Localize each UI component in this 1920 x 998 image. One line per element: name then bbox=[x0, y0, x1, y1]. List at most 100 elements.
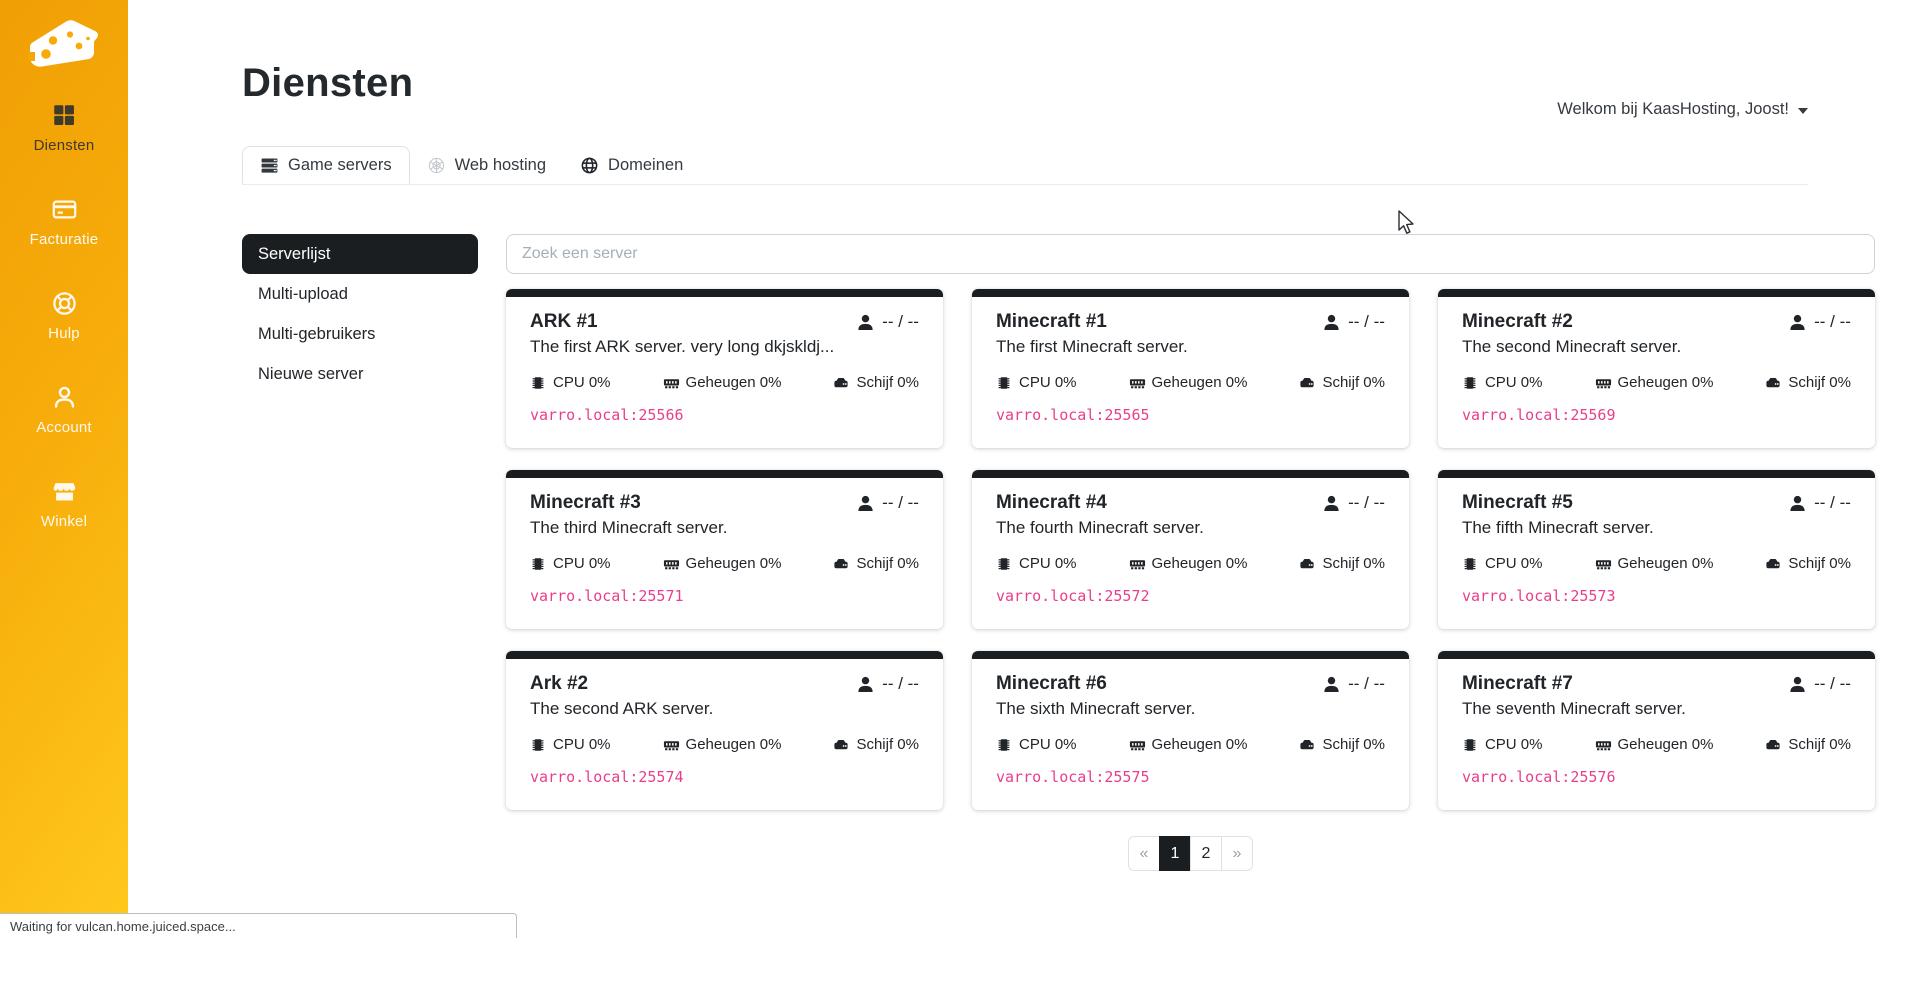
disk-icon bbox=[1765, 375, 1781, 391]
server-card-topbar bbox=[972, 289, 1409, 297]
server-card[interactable]: Minecraft #2 -- / -- The second Minecraf… bbox=[1438, 289, 1875, 448]
server-card[interactable]: Minecraft #6 -- / -- The sixth Minecraft… bbox=[972, 651, 1409, 810]
sidebar-item[interactable]: Account bbox=[0, 384, 128, 436]
subnav-item[interactable]: Nieuwe server bbox=[242, 354, 478, 394]
cpu-icon bbox=[530, 375, 546, 391]
caret-down-icon bbox=[1798, 108, 1808, 114]
server-card[interactable]: Ark #2 -- / -- The second ARK server. bbox=[506, 651, 943, 810]
server-grid: ARK #1 -- / -- The first ARK server. ver… bbox=[506, 289, 1875, 810]
cpu-stat: CPU 0% bbox=[530, 736, 611, 753]
disk-icon bbox=[833, 375, 849, 391]
sidebar-item[interactable]: Hulp bbox=[0, 290, 128, 342]
cpu-stat-value: CPU 0% bbox=[1019, 736, 1077, 753]
memory-icon bbox=[1595, 737, 1611, 753]
tab[interactable]: Web hosting bbox=[410, 146, 563, 184]
server-name: Minecraft #2 bbox=[1462, 311, 1573, 333]
player-count: -- / -- bbox=[1323, 312, 1385, 332]
memory-stat-value: Geheugen 0% bbox=[686, 736, 782, 753]
disk-stat-value: Schijf 0% bbox=[856, 555, 919, 572]
cpu-icon bbox=[1462, 375, 1478, 391]
welcome-text: Welkom bij KaasHosting, Joost! bbox=[1557, 100, 1789, 119]
memory-icon bbox=[1129, 375, 1145, 391]
server-name: Minecraft #4 bbox=[996, 492, 1107, 514]
pagination-item[interactable]: « bbox=[1128, 836, 1160, 871]
subnav-item[interactable]: Serverlijst bbox=[242, 234, 478, 274]
subnav-item[interactable]: Multi-upload bbox=[242, 274, 478, 314]
cpu-stat-value: CPU 0% bbox=[1485, 555, 1543, 572]
memory-stat-value: Geheugen 0% bbox=[1152, 555, 1248, 572]
players-icon bbox=[857, 676, 874, 693]
server-card-topbar bbox=[506, 470, 943, 478]
tab-bar: Game servers Web hosting Domeinen bbox=[242, 146, 1808, 185]
sidebar-item[interactable]: Diensten bbox=[0, 102, 128, 154]
cheese-icon[interactable] bbox=[22, 14, 106, 76]
server-description: The sixth Minecraft server. bbox=[996, 699, 1385, 719]
browser-status-bubble: Waiting for vulcan.home.juiced.space... bbox=[0, 913, 517, 938]
server-card[interactable]: ARK #1 -- / -- The first ARK server. ver… bbox=[506, 289, 943, 448]
disk-stat-value: Schijf 0% bbox=[1788, 736, 1851, 753]
subnav-item-label: Serverlijst bbox=[258, 245, 330, 264]
server-name: Minecraft #3 bbox=[530, 492, 641, 514]
pagination-item[interactable]: » bbox=[1221, 836, 1253, 871]
memory-icon bbox=[663, 737, 679, 753]
account-user-icon bbox=[51, 384, 78, 411]
cpu-stat: CPU 0% bbox=[530, 374, 611, 391]
cpu-stat: CPU 0% bbox=[530, 555, 611, 572]
disk-stat-value: Schijf 0% bbox=[1322, 555, 1385, 572]
memory-stat: Geheugen 0% bbox=[663, 736, 782, 753]
server-card[interactable]: Minecraft #4 -- / -- The fourth Minecraf… bbox=[972, 470, 1409, 629]
server-card[interactable]: Minecraft #3 -- / -- The third Minecraft… bbox=[506, 470, 943, 629]
server-card[interactable]: Minecraft #5 -- / -- The fifth Minecraft… bbox=[1438, 470, 1875, 629]
sidebar-item[interactable]: Facturatie bbox=[0, 196, 128, 248]
server-name: Ark #2 bbox=[530, 673, 588, 695]
player-count: -- / -- bbox=[1789, 312, 1851, 332]
account-dropdown[interactable]: Welkom bij KaasHosting, Joost! bbox=[1557, 100, 1808, 119]
player-count: -- / -- bbox=[857, 312, 919, 332]
server-description: The first ARK server. very long dkjskldj… bbox=[530, 337, 919, 357]
server-card[interactable]: Minecraft #7 -- / -- The seventh Minecra… bbox=[1438, 651, 1875, 810]
pagination-item[interactable]: 2 bbox=[1190, 836, 1222, 871]
players-icon bbox=[857, 314, 874, 331]
tab-label: Domeinen bbox=[608, 156, 683, 175]
server-name: Minecraft #6 bbox=[996, 673, 1107, 695]
cpu-icon bbox=[996, 556, 1012, 572]
cpu-stat: CPU 0% bbox=[1462, 736, 1543, 753]
billing-card-icon bbox=[51, 196, 78, 223]
players-icon bbox=[1323, 495, 1340, 512]
player-count-value: -- / -- bbox=[1348, 674, 1385, 694]
cpu-stat: CPU 0% bbox=[1462, 555, 1543, 572]
pagination-item-label: » bbox=[1233, 845, 1242, 863]
memory-stat-value: Geheugen 0% bbox=[686, 374, 782, 391]
players-icon bbox=[857, 495, 874, 512]
server-address: varro.local:25565 bbox=[996, 406, 1385, 424]
tab[interactable]: Game servers bbox=[242, 146, 410, 184]
cpu-icon bbox=[996, 737, 1012, 753]
shop-icon bbox=[51, 478, 78, 505]
server-address: varro.local:25569 bbox=[1462, 406, 1851, 424]
tab[interactable]: Domeinen bbox=[563, 146, 700, 184]
memory-stat: Geheugen 0% bbox=[1129, 555, 1248, 572]
players-icon bbox=[1789, 495, 1806, 512]
sidebar-item-label: Diensten bbox=[34, 137, 95, 154]
disk-stat: Schijf 0% bbox=[1765, 555, 1851, 572]
pagination-item[interactable]: 1 bbox=[1159, 836, 1191, 871]
server-card[interactable]: Minecraft #1 -- / -- The first Minecraft… bbox=[972, 289, 1409, 448]
disk-stat: Schijf 0% bbox=[1765, 374, 1851, 391]
server-description: The fourth Minecraft server. bbox=[996, 518, 1385, 538]
pagination: « 1 2 » bbox=[506, 836, 1875, 871]
disk-stat: Schijf 0% bbox=[1299, 555, 1385, 572]
server-card-topbar bbox=[506, 651, 943, 659]
player-count: -- / -- bbox=[1789, 674, 1851, 694]
memory-icon bbox=[1129, 556, 1145, 572]
disk-icon bbox=[1765, 737, 1781, 753]
disk-stat: Schijf 0% bbox=[1299, 374, 1385, 391]
player-count-value: -- / -- bbox=[1348, 312, 1385, 332]
search-input[interactable] bbox=[506, 234, 1875, 274]
memory-stat: Geheugen 0% bbox=[1595, 736, 1714, 753]
memory-stat: Geheugen 0% bbox=[1129, 736, 1248, 753]
pagination-item-label: « bbox=[1140, 845, 1149, 863]
player-count-value: -- / -- bbox=[882, 674, 919, 694]
server-address: varro.local:25571 bbox=[530, 587, 919, 605]
subnav-item[interactable]: Multi-gebruikers bbox=[242, 314, 478, 354]
sidebar-item[interactable]: Winkel bbox=[0, 478, 128, 530]
